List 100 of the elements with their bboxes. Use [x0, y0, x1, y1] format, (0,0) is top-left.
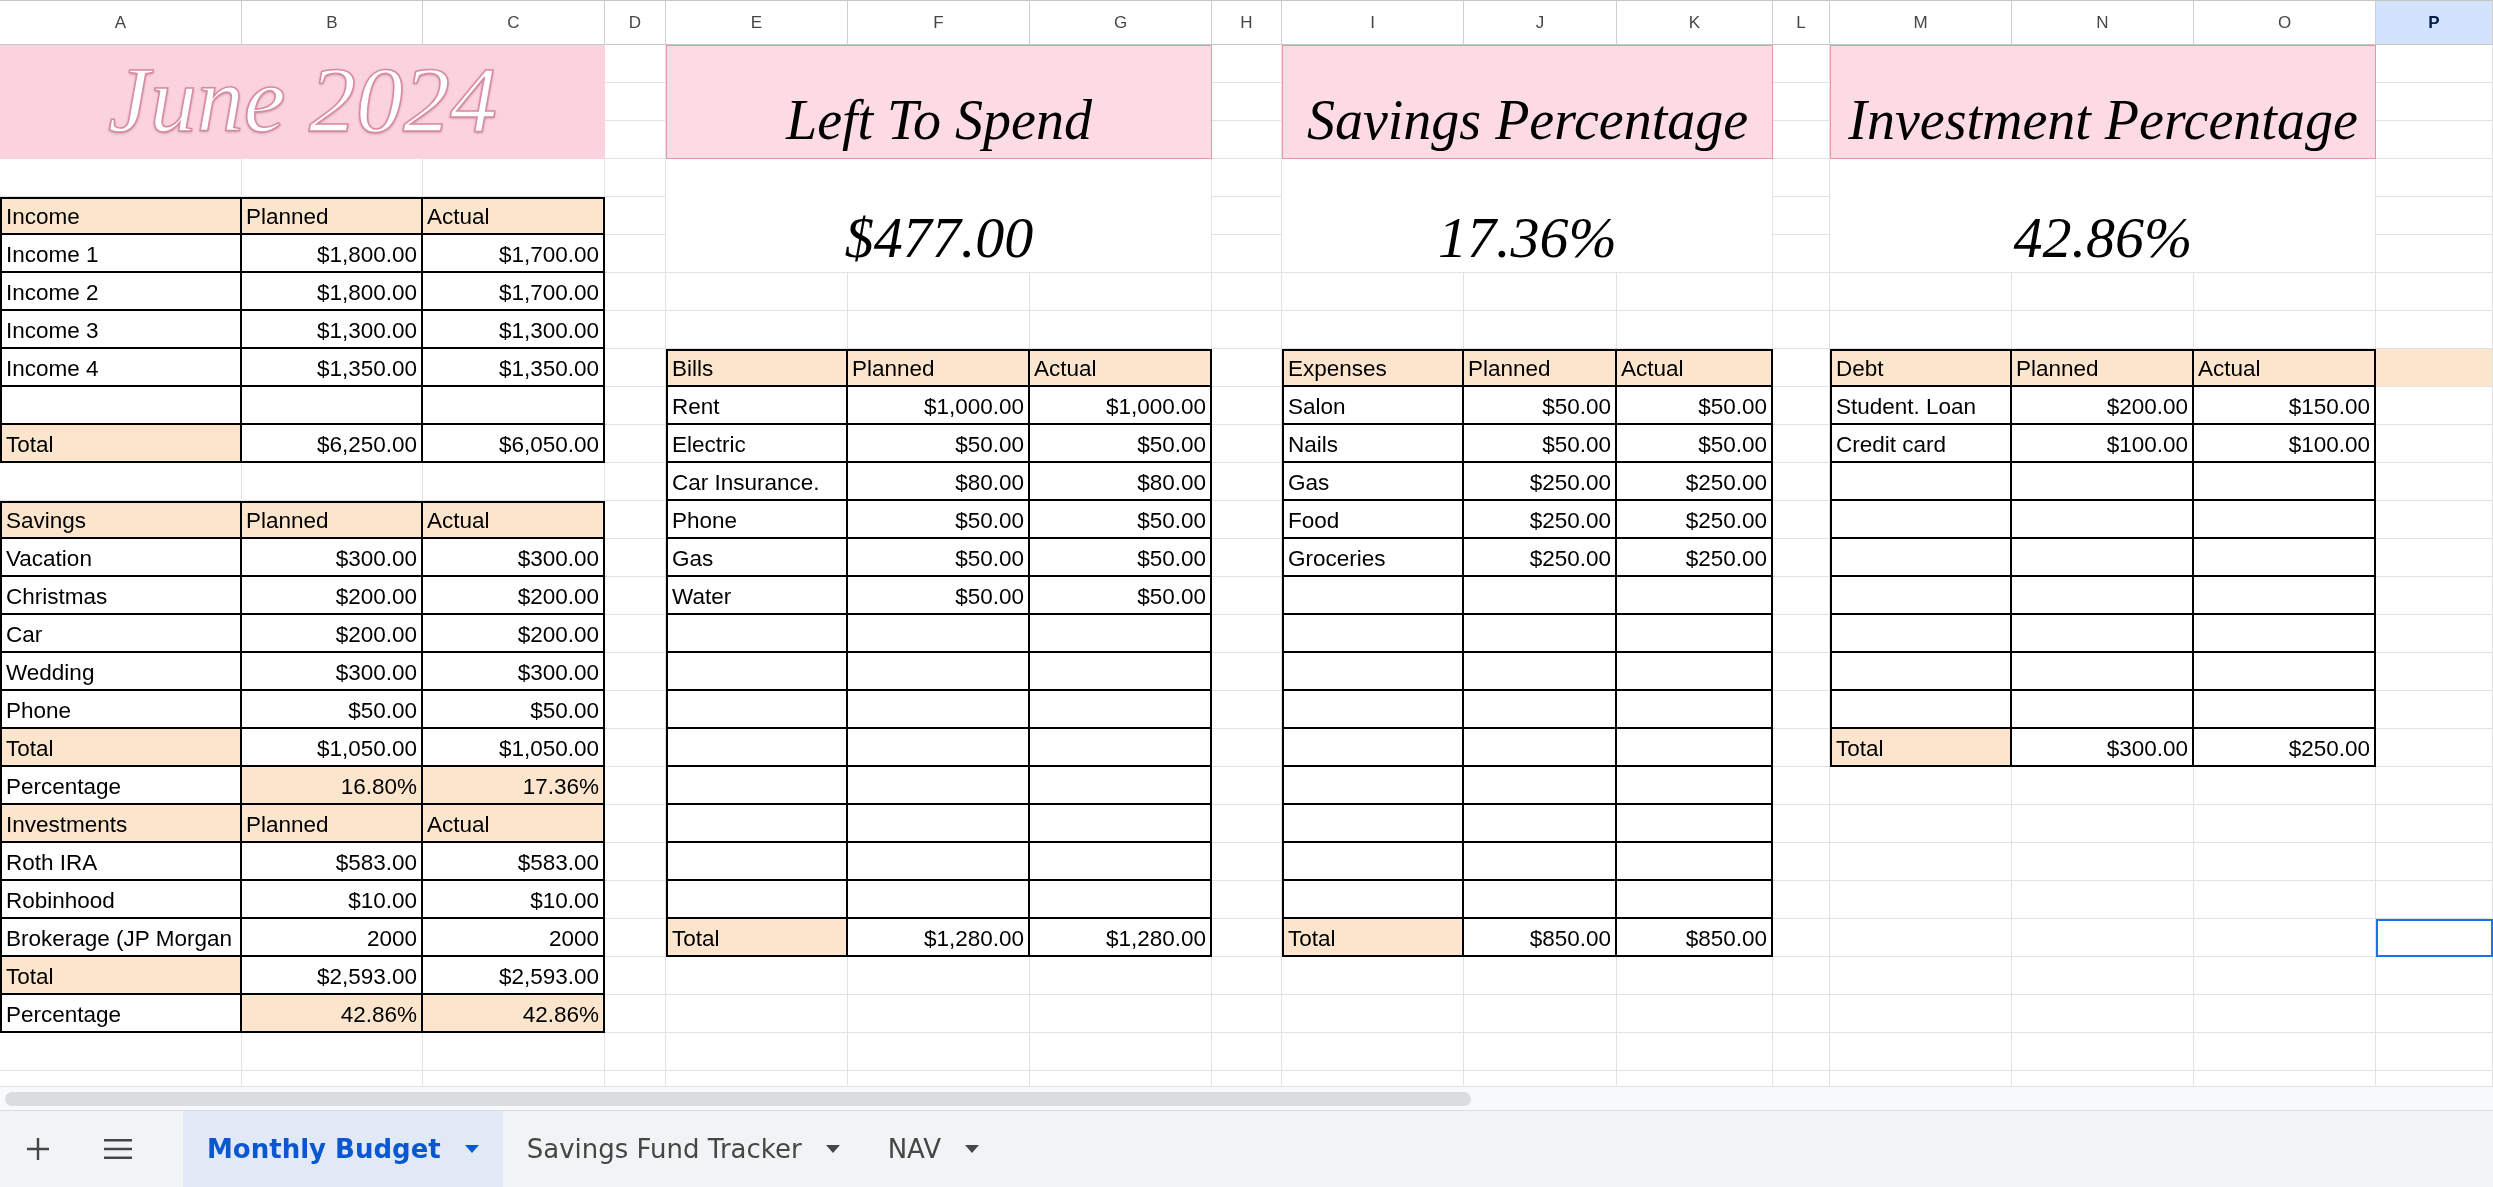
table-cell: Income 2 — [0, 273, 242, 311]
banner-title: June 2024 — [108, 52, 497, 146]
summary-value: 17.36% — [1438, 209, 1617, 267]
plus-icon[interactable] — [27, 1138, 49, 1160]
table-cell: $6,250.00 — [242, 425, 423, 463]
table-cell: $10.00 — [242, 881, 423, 919]
table-cell: $1,280.00 — [1030, 919, 1212, 957]
selected-cell[interactable] — [2376, 919, 2493, 957]
table-cell: Groceries — [1282, 539, 1464, 577]
table-header-cell: Actual — [423, 501, 605, 539]
table-cell: $50.00 — [1464, 387, 1617, 425]
table-cell: $300.00 — [423, 539, 605, 577]
table-cell: $1,050.00 — [423, 729, 605, 767]
table-cell: Student. Loan — [1830, 387, 2012, 425]
table-cell: $250.00 — [2194, 729, 2376, 767]
table-header-cell: Actual — [2194, 349, 2376, 387]
table-cell: $200.00 — [423, 577, 605, 615]
table-cell: $50.00 — [242, 691, 423, 729]
column-header[interactable]: H — [1212, 0, 1282, 45]
sheet-tab[interactable]: NAV — [863, 1111, 1003, 1187]
table-cell: Wedding — [0, 653, 242, 691]
table-cell: $150.00 — [2194, 387, 2376, 425]
table-cell: $100.00 — [2194, 425, 2376, 463]
sheet-tab[interactable]: Savings Fund Tracker — [502, 1111, 864, 1187]
table-cell: Income 1 — [0, 235, 242, 273]
table-cell: Percentage — [0, 995, 242, 1033]
column-header[interactable]: N — [2012, 0, 2194, 45]
table-cell: Total — [666, 919, 848, 957]
table-cell: Vacation — [0, 539, 242, 577]
table-cell: Food — [1282, 501, 1464, 539]
column-header[interactable]: P — [2376, 0, 2493, 45]
table-header-cell: Actual — [423, 197, 605, 235]
table-cell: $200.00 — [242, 615, 423, 653]
column-header[interactable]: C — [423, 0, 605, 45]
column-header[interactable]: M — [1830, 0, 2012, 45]
table-cell: $250.00 — [1617, 463, 1773, 501]
column-header[interactable]: K — [1617, 0, 1773, 45]
table-cell: $1,800.00 — [242, 235, 423, 273]
table-cell: $50.00 — [1617, 387, 1773, 425]
table-cell: $2,593.00 — [423, 957, 605, 995]
table-header-cell: Planned — [242, 501, 423, 539]
table-cell: $1,700.00 — [423, 273, 605, 311]
table-header-cell: Actual — [1030, 349, 1212, 387]
table-header-cell: Savings — [0, 501, 242, 539]
table-header-cell: Planned — [1464, 349, 1617, 387]
table-cell: $250.00 — [1464, 501, 1617, 539]
column-header[interactable]: G — [1030, 0, 1212, 45]
table-cell: $2,593.00 — [242, 957, 423, 995]
sheet-tab[interactable]: Monthly Budget — [183, 1111, 503, 1187]
column-header[interactable]: A — [0, 0, 242, 45]
table-cell: Gas — [1282, 463, 1464, 501]
table-cell: $1,280.00 — [848, 919, 1030, 957]
table-cell: $100.00 — [2012, 425, 2194, 463]
table-cell: $1,800.00 — [242, 273, 423, 311]
table-cell: Total — [0, 425, 242, 463]
table-header-cell: Bills — [666, 349, 848, 387]
table-cell: $50.00 — [1030, 425, 1212, 463]
table-cell: Percentage — [0, 767, 242, 805]
table-cell: $1,300.00 — [423, 311, 605, 349]
column-header[interactable]: E — [666, 0, 848, 45]
table-cell: $50.00 — [1617, 425, 1773, 463]
caret-icon[interactable] — [825, 1145, 840, 1153]
scrollbar-thumb[interactable] — [5, 1091, 1471, 1106]
caret-icon[interactable] — [965, 1145, 979, 1153]
table-cell: Robinhood — [0, 881, 242, 919]
column-header[interactable]: I — [1282, 0, 1464, 45]
table-cell: Total — [1282, 919, 1464, 957]
column-header[interactable]: L — [1773, 0, 1830, 45]
table-cell: 42.86% — [423, 995, 605, 1033]
column-header[interactable]: J — [1464, 0, 1617, 45]
table-cell: $80.00 — [848, 463, 1030, 501]
menu-icon[interactable] — [104, 1139, 132, 1159]
table-cell: $1,350.00 — [242, 349, 423, 387]
table-cell: $50.00 — [1030, 501, 1212, 539]
table-cell: $1,350.00 — [423, 349, 605, 387]
table-header-cell: Actual — [1617, 349, 1773, 387]
table-cell: Nails — [1282, 425, 1464, 463]
table-cell: $1,700.00 — [423, 235, 605, 273]
table-header-cell: Actual — [423, 805, 605, 843]
table-cell: $583.00 — [242, 843, 423, 881]
table-cell: $50.00 — [1464, 425, 1617, 463]
column-header[interactable]: O — [2194, 0, 2376, 45]
table-cell: $1,000.00 — [848, 387, 1030, 425]
table-cell: Phone — [0, 691, 242, 729]
caret-icon[interactable] — [464, 1145, 479, 1153]
table-cell: Phone — [666, 501, 848, 539]
table-cell: $50.00 — [848, 425, 1030, 463]
table-cell: $50.00 — [848, 577, 1030, 615]
table-header-cell: Planned — [242, 805, 423, 843]
horizontal-scrollbar[interactable] — [0, 1086, 2493, 1110]
column-header[interactable]: F — [848, 0, 1030, 45]
table-cell: Total — [0, 957, 242, 995]
column-header[interactable]: B — [242, 0, 423, 45]
column-header[interactable]: D — [605, 0, 666, 45]
table-cell: Electric — [666, 425, 848, 463]
table-cell: $10.00 — [423, 881, 605, 919]
table-cell: Gas — [666, 539, 848, 577]
table-cell: $850.00 — [1464, 919, 1617, 957]
table-cell: $6,050.00 — [423, 425, 605, 463]
table-cell: $850.00 — [1617, 919, 1773, 957]
